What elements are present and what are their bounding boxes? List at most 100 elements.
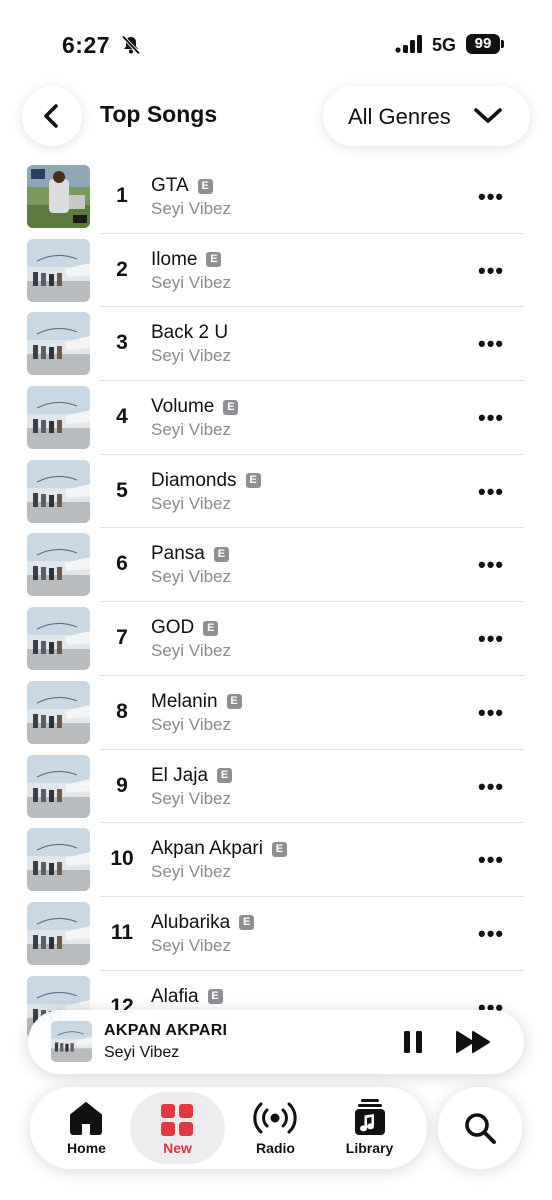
tab-home-label: Home <box>67 1140 106 1156</box>
song-rank: 5 <box>116 478 128 502</box>
tab-library[interactable]: Library <box>322 1087 417 1169</box>
album-cover-art <box>27 680 90 744</box>
song-title-line: GTA E <box>151 175 213 197</box>
song-title-line: Alubarika E <box>151 912 255 934</box>
song-row[interactable]: 3 Back 2 U Seyi Vibez ••• <box>0 307 552 382</box>
album-cover-art <box>27 607 90 671</box>
song-row[interactable]: 9 El Jaja E Seyi Vibez ••• <box>0 750 552 824</box>
song-list: 1 GTA E Seyi Vibez ••• 2 Ilome E Seyi Vibez ••• 3 B… <box>0 160 552 1045</box>
song-artist: Seyi Vibez <box>151 935 232 955</box>
song-artist: Seyi Vibez <box>151 199 232 218</box>
song-rank: 2 <box>116 257 128 281</box>
more-options-icon[interactable]: ••• <box>478 626 504 652</box>
song-title-line: Volume E <box>151 396 239 418</box>
song-title-line: Pansa E <box>151 543 229 565</box>
explicit-badge: E <box>207 989 223 1005</box>
song-title: Back 2 U <box>151 322 229 344</box>
song-row[interactable]: 5 Diamonds E Seyi Vibez ••• <box>0 455 552 529</box>
song-title-line: Akpan Akpari E <box>151 838 287 860</box>
more-options-icon[interactable]: ••• <box>478 479 504 505</box>
now-playing-artwork <box>51 1021 92 1062</box>
song-rank: 9 <box>116 773 128 797</box>
song-rank: 1 <box>116 184 128 207</box>
song-row[interactable]: 6 Pansa E Seyi Vibez ••• <box>0 528 552 603</box>
song-row[interactable]: 7 GOD E Seyi Vibez ••• <box>0 602 552 676</box>
album-cover-art <box>51 1021 92 1062</box>
explicit-badge: E <box>197 178 213 194</box>
song-artist: Seyi Vibez <box>151 714 232 734</box>
song-title-line: Ilome E <box>151 248 222 271</box>
mini-player[interactable]: AKPAN AKPARI Seyi Vibez <box>28 1010 524 1074</box>
song-rank: 8 <box>116 699 128 723</box>
song-artwork <box>27 754 90 818</box>
battery-cap <box>501 40 504 48</box>
explicit-badge: E <box>217 768 233 783</box>
album-cover-art <box>27 754 90 818</box>
song-row[interactable]: 1 GTA E Seyi Vibez ••• <box>0 160 552 234</box>
bell-slash-icon <box>121 35 141 55</box>
song-artist: Seyi Vibez <box>151 420 232 440</box>
song-title: Diamonds <box>151 469 237 491</box>
tab-radio[interactable]: Radio <box>228 1087 323 1169</box>
song-artwork <box>27 607 90 671</box>
pause-icon[interactable] <box>402 1030 424 1054</box>
status-time: 6:27 <box>62 32 111 58</box>
song-row[interactable]: 10 Akpan Akpari E Seyi Vibez ••• <box>0 823 552 897</box>
song-title: Ilome <box>151 248 198 270</box>
now-playing-title: AKPAN AKPARI <box>104 1022 228 1039</box>
now-playing-artist: Seyi Vibez <box>104 1044 180 1061</box>
more-options-icon[interactable]: ••• <box>478 405 504 431</box>
chevron-left-icon <box>44 104 58 128</box>
more-options-icon[interactable]: ••• <box>478 258 504 284</box>
tab-new[interactable]: New <box>130 1092 225 1164</box>
song-row[interactable]: 2 Ilome E Seyi Vibez ••• <box>0 234 552 308</box>
more-options-icon[interactable]: ••• <box>478 552 504 578</box>
song-artwork <box>27 533 90 597</box>
more-options-icon[interactable]: ••• <box>478 184 504 210</box>
song-artist: Seyi Vibez <box>151 346 232 366</box>
more-options-icon[interactable]: ••• <box>478 700 504 726</box>
song-artist: Seyi Vibez <box>151 788 232 808</box>
back-button[interactable] <box>22 86 82 146</box>
fast-forward-icon[interactable] <box>456 1030 492 1054</box>
song-row[interactable]: 4 Volume E Seyi Vibez ••• <box>0 381 552 455</box>
song-rank: 3 <box>116 331 128 355</box>
chevron-down-icon <box>474 108 502 123</box>
more-options-icon[interactable]: ••• <box>478 847 504 873</box>
song-title-line: Back 2 U <box>151 322 228 344</box>
more-options-icon[interactable]: ••• <box>478 331 504 357</box>
album-cover-art <box>27 828 90 892</box>
search-button[interactable] <box>438 1087 522 1169</box>
more-options-icon[interactable]: ••• <box>478 774 504 800</box>
genre-dropdown-button[interactable]: All Genres <box>323 86 530 146</box>
explicit-badge: E <box>226 694 242 710</box>
tab-radio-label: Radio <box>256 1140 295 1156</box>
tab-bar: Home New Radio Library <box>30 1087 427 1169</box>
song-title: GTA <box>151 175 189 196</box>
explicit-badge: E <box>223 399 239 415</box>
gta-cover-art <box>27 165 90 228</box>
song-row[interactable]: 11 Alubarika E Seyi Vibez ••• <box>0 897 552 971</box>
song-artist: Seyi Vibez <box>151 567 232 587</box>
grid-icon <box>161 1104 193 1136</box>
song-artist: Seyi Vibez <box>151 862 232 882</box>
song-row[interactable]: 8 Melanin E Seyi Vibez ••• <box>0 676 552 750</box>
song-rank: 11 <box>110 920 134 944</box>
explicit-badge: E <box>271 841 287 857</box>
album-cover-art <box>27 386 90 450</box>
album-cover-art <box>27 459 90 523</box>
song-title-line: El Jaja E <box>151 765 233 787</box>
signal-icon <box>395 35 422 53</box>
song-title-line: Diamonds E <box>151 470 261 492</box>
album-cover-art <box>27 238 90 302</box>
album-cover-art <box>27 533 90 597</box>
song-title: Akpan Akpari <box>151 838 263 860</box>
song-rank: 7 <box>116 626 128 650</box>
song-title-line: Melanin E <box>151 691 242 713</box>
more-options-icon[interactable]: ••• <box>478 921 504 947</box>
tab-home[interactable]: Home <box>39 1087 134 1169</box>
tab-new-label: New <box>163 1140 192 1156</box>
song-artist: Seyi Vibez <box>151 272 232 292</box>
song-title-line: Alafia E <box>151 986 223 1008</box>
song-artwork <box>27 312 90 376</box>
